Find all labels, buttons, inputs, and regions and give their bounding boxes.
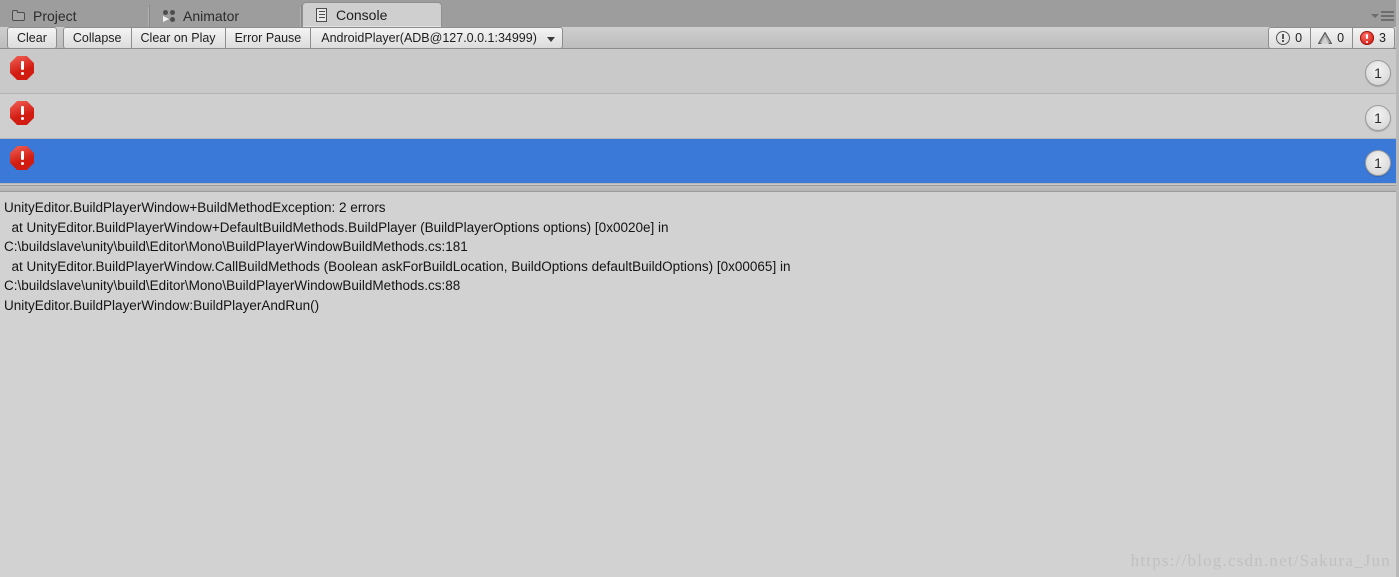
collapse-count-badge: 1	[1365, 60, 1391, 86]
tab-bar: Project Animator Console	[0, 0, 1399, 27]
warning-icon-outline	[1318, 32, 1333, 44]
tab-animator[interactable]: Animator	[150, 5, 302, 27]
panel-options-menu-icon[interactable]	[1368, 10, 1394, 24]
tab-animator-label: Animator	[183, 8, 240, 24]
log-entry-list[interactable]: CommandInvokationFailure: Unable to retr…	[0, 49, 1399, 185]
warning-counter[interactable]: 0	[1311, 27, 1354, 49]
log-detail-text: UnityEditor.BuildPlayerWindow+BuildMetho…	[4, 200, 791, 313]
error-count: 3	[1379, 31, 1386, 45]
tab-project-label: Project	[33, 8, 77, 24]
log-entry-text: CommandInvokationFailure: Unable to retr…	[42, 54, 1399, 93]
log-detail-pane[interactable]: UnityEditor.BuildPlayerWindow+BuildMetho…	[0, 192, 1399, 577]
log-entry-text: UnityEditor.BuildPlayerWindow+BuildMetho…	[42, 144, 1399, 183]
message-counters: 0 0 3	[1268, 27, 1395, 49]
console-toolbar: Clear Collapse Clear on Play Error Pause…	[0, 27, 1399, 49]
error-icon	[10, 56, 34, 80]
error-icon	[1360, 31, 1375, 45]
error-icon	[10, 146, 34, 170]
watermark: https://blog.csdn.net/Sakura_Jun	[1130, 551, 1391, 570]
folder-icon	[12, 9, 27, 24]
chevron-down-icon	[546, 36, 555, 42]
clear-button[interactable]: Clear	[7, 27, 57, 49]
tab-console[interactable]: Console	[302, 2, 442, 27]
collapse-count-badge: 1	[1365, 150, 1391, 176]
animator-icon	[162, 9, 177, 24]
warning-count: 0	[1337, 31, 1345, 45]
info-count: 0	[1295, 31, 1303, 45]
warning-icon	[1318, 31, 1333, 45]
error-counter[interactable]: 3	[1353, 27, 1395, 49]
log-entry-row[interactable]: CommandInvokationFailure: Unable to retr…	[0, 49, 1399, 94]
pane-splitter[interactable]	[0, 185, 1399, 192]
error-icon	[10, 101, 34, 125]
log-entry-line1: UnityEditor.BuildPlayerWindow+BuildMetho…	[42, 180, 1395, 183]
console-icon	[315, 7, 330, 23]
log-entry-row-selected[interactable]: UnityEditor.BuildPlayerWindow+BuildMetho…	[0, 139, 1399, 184]
collapse-count-badge: 1	[1365, 105, 1391, 131]
error-pause-button[interactable]: Error Pause	[225, 27, 312, 49]
collapse-button[interactable]: Collapse	[62, 27, 132, 49]
clear-on-play-button[interactable]: Clear on Play	[131, 27, 226, 49]
tab-console-label: Console	[336, 7, 388, 23]
connection-target-label: AndroidPlayer(ADB@127.0.0.1:34999)	[321, 31, 537, 45]
info-icon	[1276, 31, 1291, 45]
unity-console-window: Project Animator Console Clear Collapse …	[0, 0, 1399, 577]
tab-project[interactable]: Project	[0, 5, 150, 27]
connection-target-dropdown[interactable]: AndroidPlayer(ADB@127.0.0.1:34999)	[311, 27, 563, 49]
log-entry-row[interactable]: Build completed with a result of 'Failed…	[0, 94, 1399, 139]
log-entry-text: Build completed with a result of 'Failed…	[42, 99, 1399, 138]
info-counter[interactable]: 0	[1268, 27, 1312, 49]
